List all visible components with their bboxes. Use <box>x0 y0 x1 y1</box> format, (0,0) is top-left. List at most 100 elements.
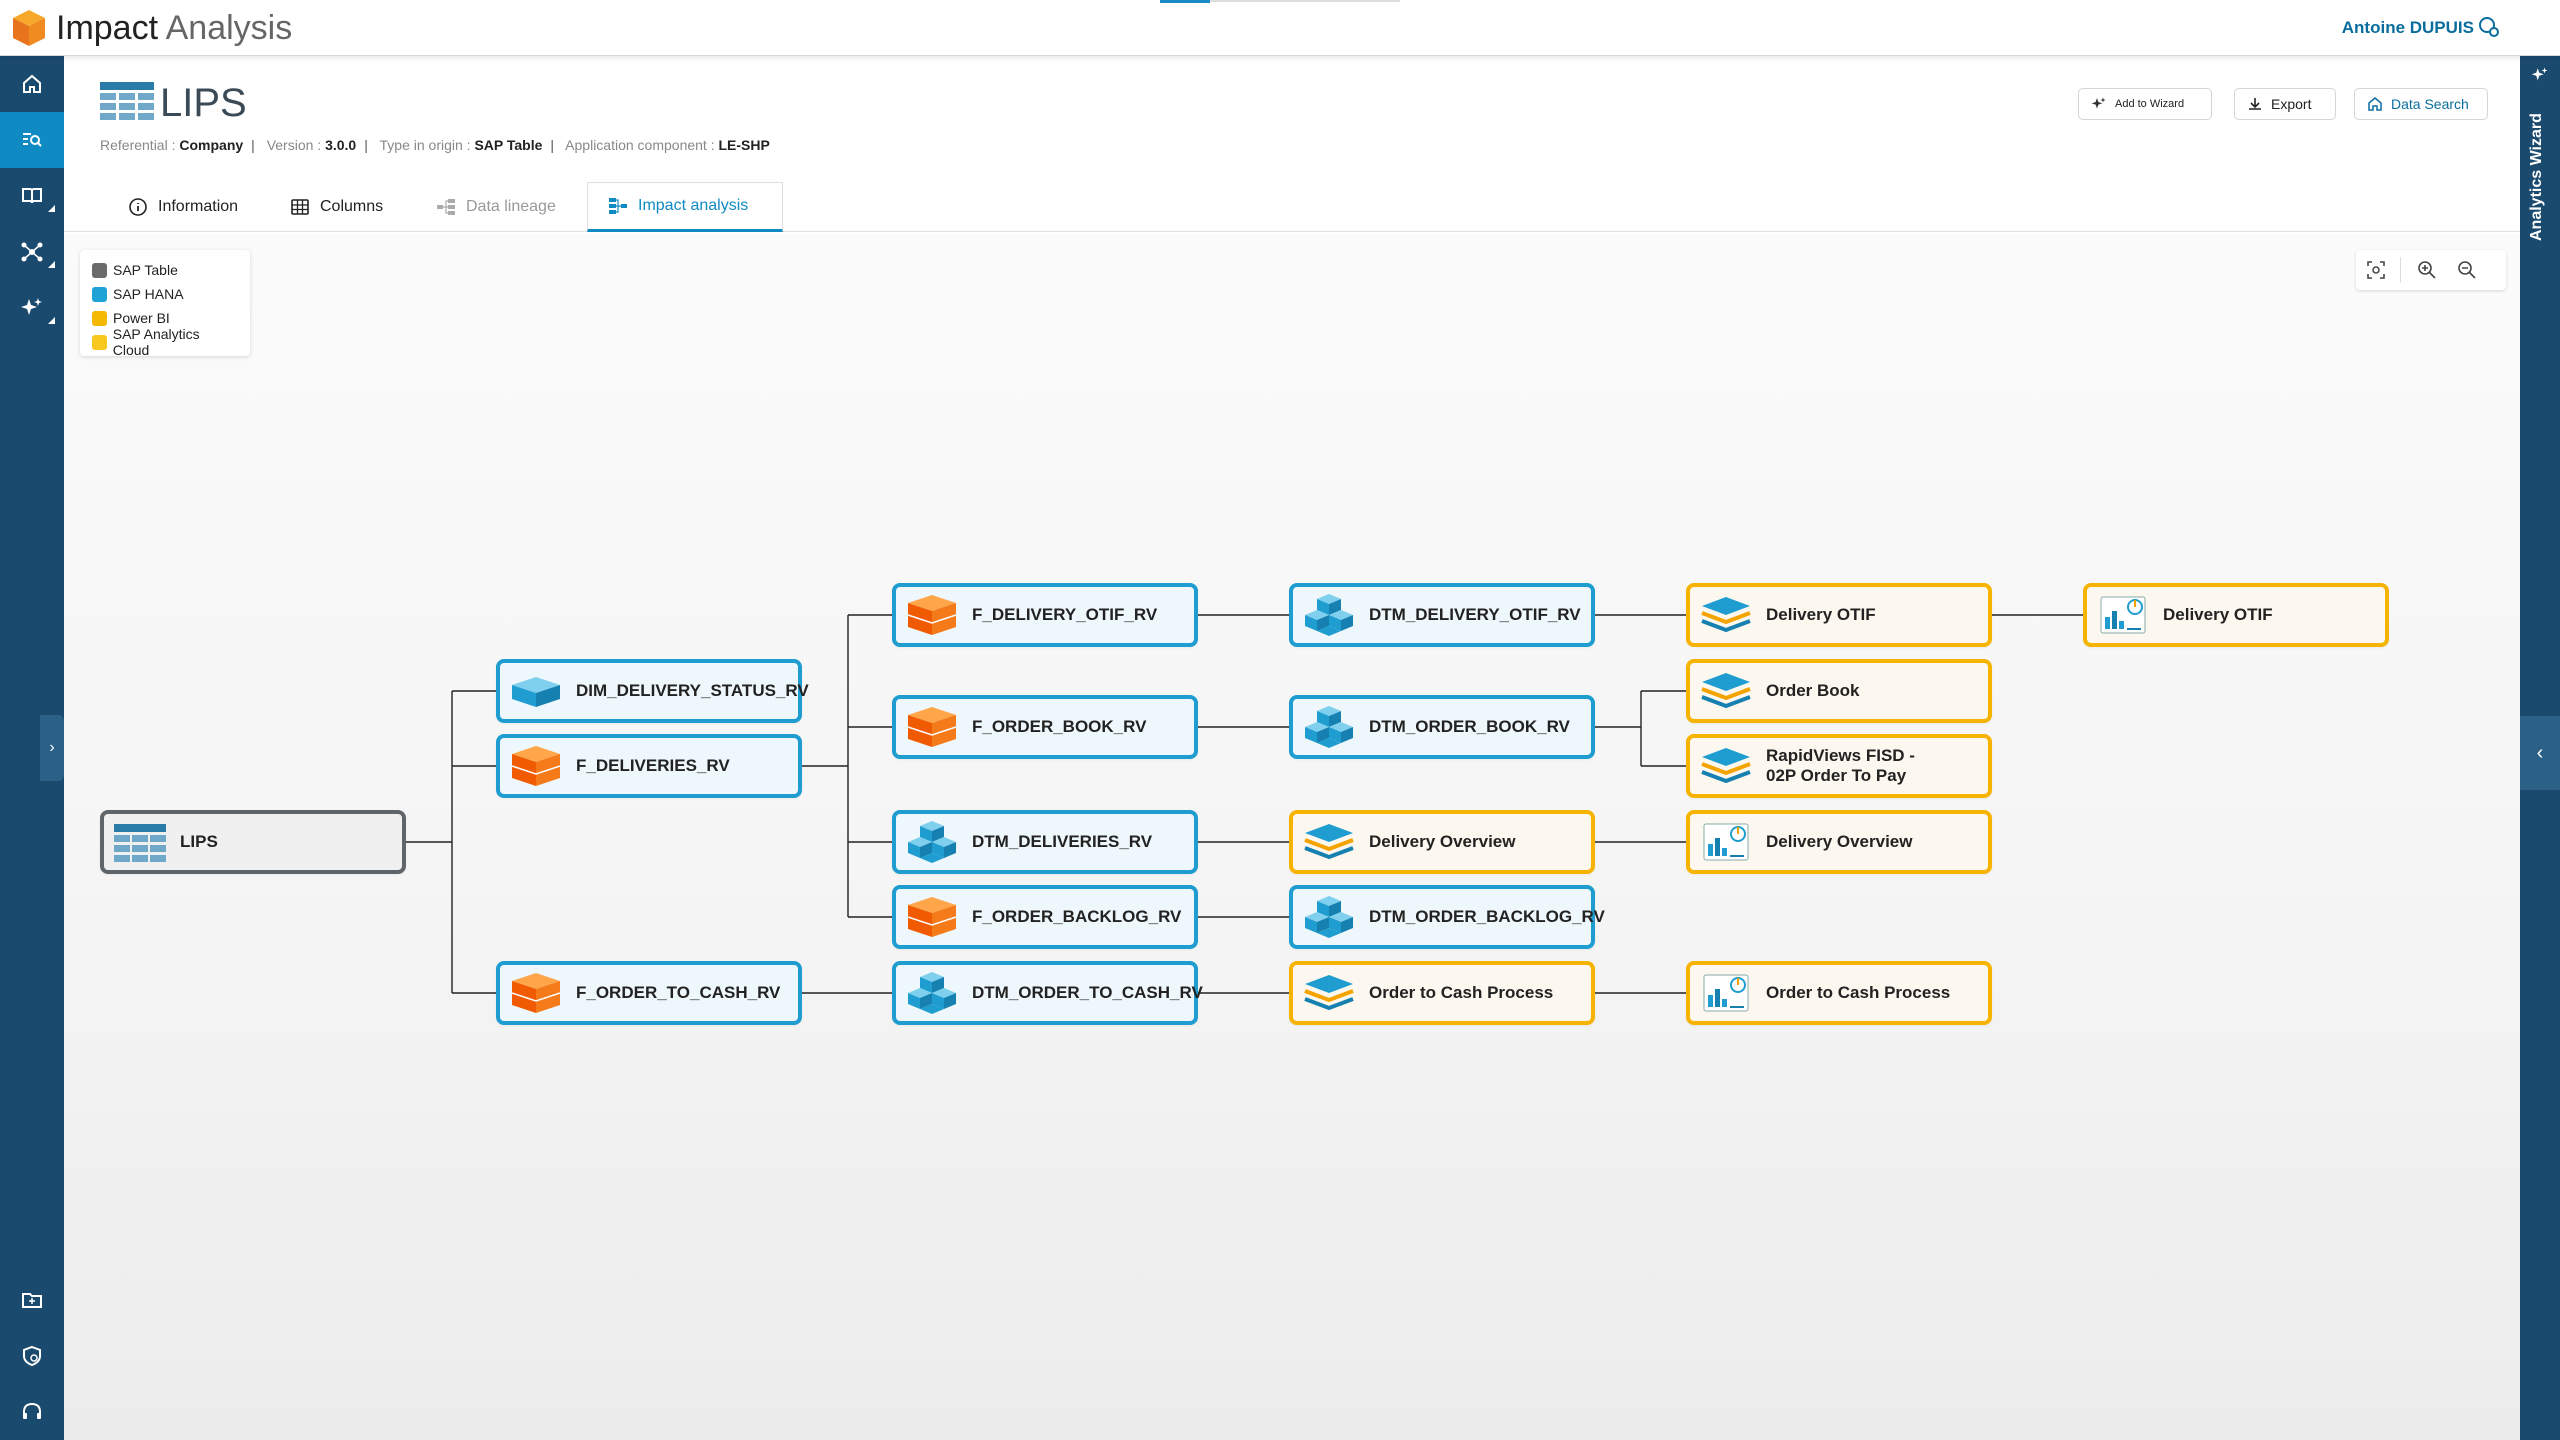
fit-to-screen-button[interactable] <box>2356 250 2396 290</box>
support-nav[interactable] <box>0 1384 64 1440</box>
graph-node-dtm-delivery-otif[interactable]: DTM_DELIVERY_OTIF_RV <box>1289 583 1595 647</box>
report-chart-icon <box>1703 823 1749 861</box>
graph-node-f-deliveries[interactable]: F_DELIVERIES_RV <box>496 734 802 798</box>
node-label: Order to Cash Process <box>1369 983 1554 1002</box>
export-label: Export <box>2271 96 2312 112</box>
home-nav[interactable] <box>0 56 64 112</box>
analytics-wizard-label: Analytics Wizard <box>2528 113 2545 241</box>
datamart-cubes-icon <box>1305 706 1353 748</box>
user-settings-icon[interactable] <box>2478 16 2500 38</box>
tab-data-lineage[interactable]: Data lineage <box>416 182 576 232</box>
graph-node-dtm-deliveries[interactable]: DTM_DELIVERIES_RV <box>892 810 1198 874</box>
node-label: LIPS <box>180 832 218 851</box>
legend-swatch <box>92 334 107 350</box>
zoom-controls <box>2356 250 2506 290</box>
tab-information-label: Information <box>158 198 239 215</box>
search-list-icon <box>23 133 42 147</box>
analytics-wizard-panel[interactable]: Analytics Wizard ‹ <box>2520 56 2560 1440</box>
export-button[interactable]: Export <box>2234 88 2336 120</box>
add-to-wizard-button[interactable]: Add to Wizard <box>2078 88 2212 120</box>
node-label: Delivery OTIF <box>2163 605 2273 624</box>
home-icon <box>2368 97 2382 111</box>
download-icon <box>2249 98 2261 110</box>
graph-node-order-to-cash-dataset[interactable]: Order to Cash Process <box>1289 961 1595 1025</box>
graph-node-f-order-to-cash[interactable]: F_ORDER_TO_CASH_RV <box>496 961 802 1025</box>
grid-icon <box>291 199 309 215</box>
headset-icon <box>23 1402 41 1419</box>
dimension-icon <box>512 677 560 707</box>
referential-label: Referential : <box>100 137 176 153</box>
folder-nav[interactable] <box>0 1272 64 1328</box>
graph-node-rapidviews-dataset[interactable]: RapidViews FISD - 02P Order To Pay <box>1686 734 1992 798</box>
user-name[interactable]: Antoine DUPUIS <box>2342 18 2474 38</box>
node-label: RapidViews FISD - 02P Order To Pay <box>1766 746 1915 785</box>
graph-node-dtm-order-book[interactable]: DTM_ORDER_BOOK_RV <box>1289 695 1595 759</box>
node-label: F_ORDER_BOOK_RV <box>972 717 1147 736</box>
graph-node-delivery-otif-dataset[interactable]: Delivery OTIF <box>1686 583 1992 647</box>
app-title-light: Analysis <box>165 9 293 47</box>
legend-swatch <box>92 310 107 326</box>
folder-icon <box>22 1293 42 1308</box>
legend-label: SAP Table <box>113 262 178 278</box>
legend-swatch <box>92 286 107 302</box>
lineage-nav[interactable] <box>0 224 64 280</box>
graph-node-lips[interactable]: LIPS <box>100 810 406 874</box>
graph-node-f-delivery-otif[interactable]: F_DELIVERY_OTIF_RV <box>892 583 1198 647</box>
tab-columns[interactable]: Columns <box>270 182 403 232</box>
graph-node-order-to-cash-report[interactable]: Order to Cash Process <box>1686 961 1992 1025</box>
legend-label: Power BI <box>113 310 170 326</box>
node-label: F_ORDER_BACKLOG_RV <box>972 907 1182 926</box>
component-value: LE-SHP <box>718 137 770 153</box>
catalog-nav[interactable] <box>0 168 64 224</box>
add-to-wizard-label: Add to Wizard <box>2115 98 2185 110</box>
legend-item: SAP Table <box>92 258 238 282</box>
graph-node-dtm-order-to-cash[interactable]: DTM_ORDER_TO_CASH_RV <box>892 961 1203 1025</box>
node-label: Delivery OTIF <box>1766 605 1876 624</box>
zoom-in-icon <box>2418 261 2436 279</box>
fit-screen-icon <box>2367 261 2385 279</box>
type-label: Type in origin : <box>379 137 471 153</box>
node-label: Delivery Overview <box>1369 832 1516 851</box>
app-logo-icon <box>13 10 45 46</box>
sparkles-icon <box>21 298 42 315</box>
expand-left-panel-button[interactable]: › <box>40 715 64 781</box>
graph-node-delivery-overview-dataset[interactable]: Delivery Overview <box>1289 810 1595 874</box>
info-icon <box>129 198 147 216</box>
table-icon <box>114 824 166 862</box>
zoom-in-button[interactable] <box>2407 250 2447 290</box>
tab-columns-label: Columns <box>320 198 384 215</box>
expand-right-panel-button[interactable]: ‹ <box>2520 716 2560 790</box>
graph-node-delivery-otif-report[interactable]: Delivery OTIF <box>2083 583 2389 647</box>
datamart-cubes-icon <box>1305 896 1353 938</box>
graph-node-dim-delivery-status[interactable]: DIM_DELIVERY_STATUS_RV <box>496 659 809 723</box>
node-label: F_DELIVERY_OTIF_RV <box>972 605 1158 624</box>
zoom-out-button[interactable] <box>2447 250 2487 290</box>
report-chart-icon <box>1703 974 1749 1012</box>
ai-nav[interactable] <box>0 280 64 336</box>
zoom-out-icon <box>2458 261 2476 279</box>
graph-node-f-order-backlog[interactable]: F_ORDER_BACKLOG_RV <box>892 885 1198 949</box>
fact-cube-icon <box>511 746 561 786</box>
data-search-button[interactable]: Data Search <box>2354 88 2488 120</box>
report-chart-icon <box>2100 596 2146 634</box>
data-search-nav[interactable] <box>0 112 64 168</box>
graph-node-f-order-book[interactable]: F_ORDER_BOOK_RV <box>892 695 1198 759</box>
dataset-layers-icon <box>1304 975 1354 1011</box>
graph-node-delivery-overview-report[interactable]: Delivery Overview <box>1686 810 1992 874</box>
tab-impact-analysis[interactable]: Impact analysis <box>587 182 783 232</box>
datamart-cubes-icon <box>908 972 956 1014</box>
expand-indicator <box>48 205 55 212</box>
expand-indicator <box>48 261 55 268</box>
version-label: Version : <box>266 137 322 153</box>
tab-information[interactable]: Information <box>108 182 258 232</box>
dataset-layers-icon <box>1701 748 1751 784</box>
home-icon <box>23 74 41 93</box>
graph-node-dtm-order-backlog[interactable]: DTM_ORDER_BACKLOG_RV <box>1289 885 1605 949</box>
dataset-layers-icon <box>1701 597 1751 633</box>
fact-cube-icon <box>907 595 957 635</box>
legend-item: SAP Analytics Cloud <box>92 326 238 358</box>
graph-node-order-book-dataset[interactable]: Order Book <box>1686 659 1992 723</box>
admin-nav[interactable] <box>0 1328 64 1384</box>
dataset-layers-icon <box>1701 673 1751 709</box>
sparkles-icon <box>2091 97 2106 109</box>
